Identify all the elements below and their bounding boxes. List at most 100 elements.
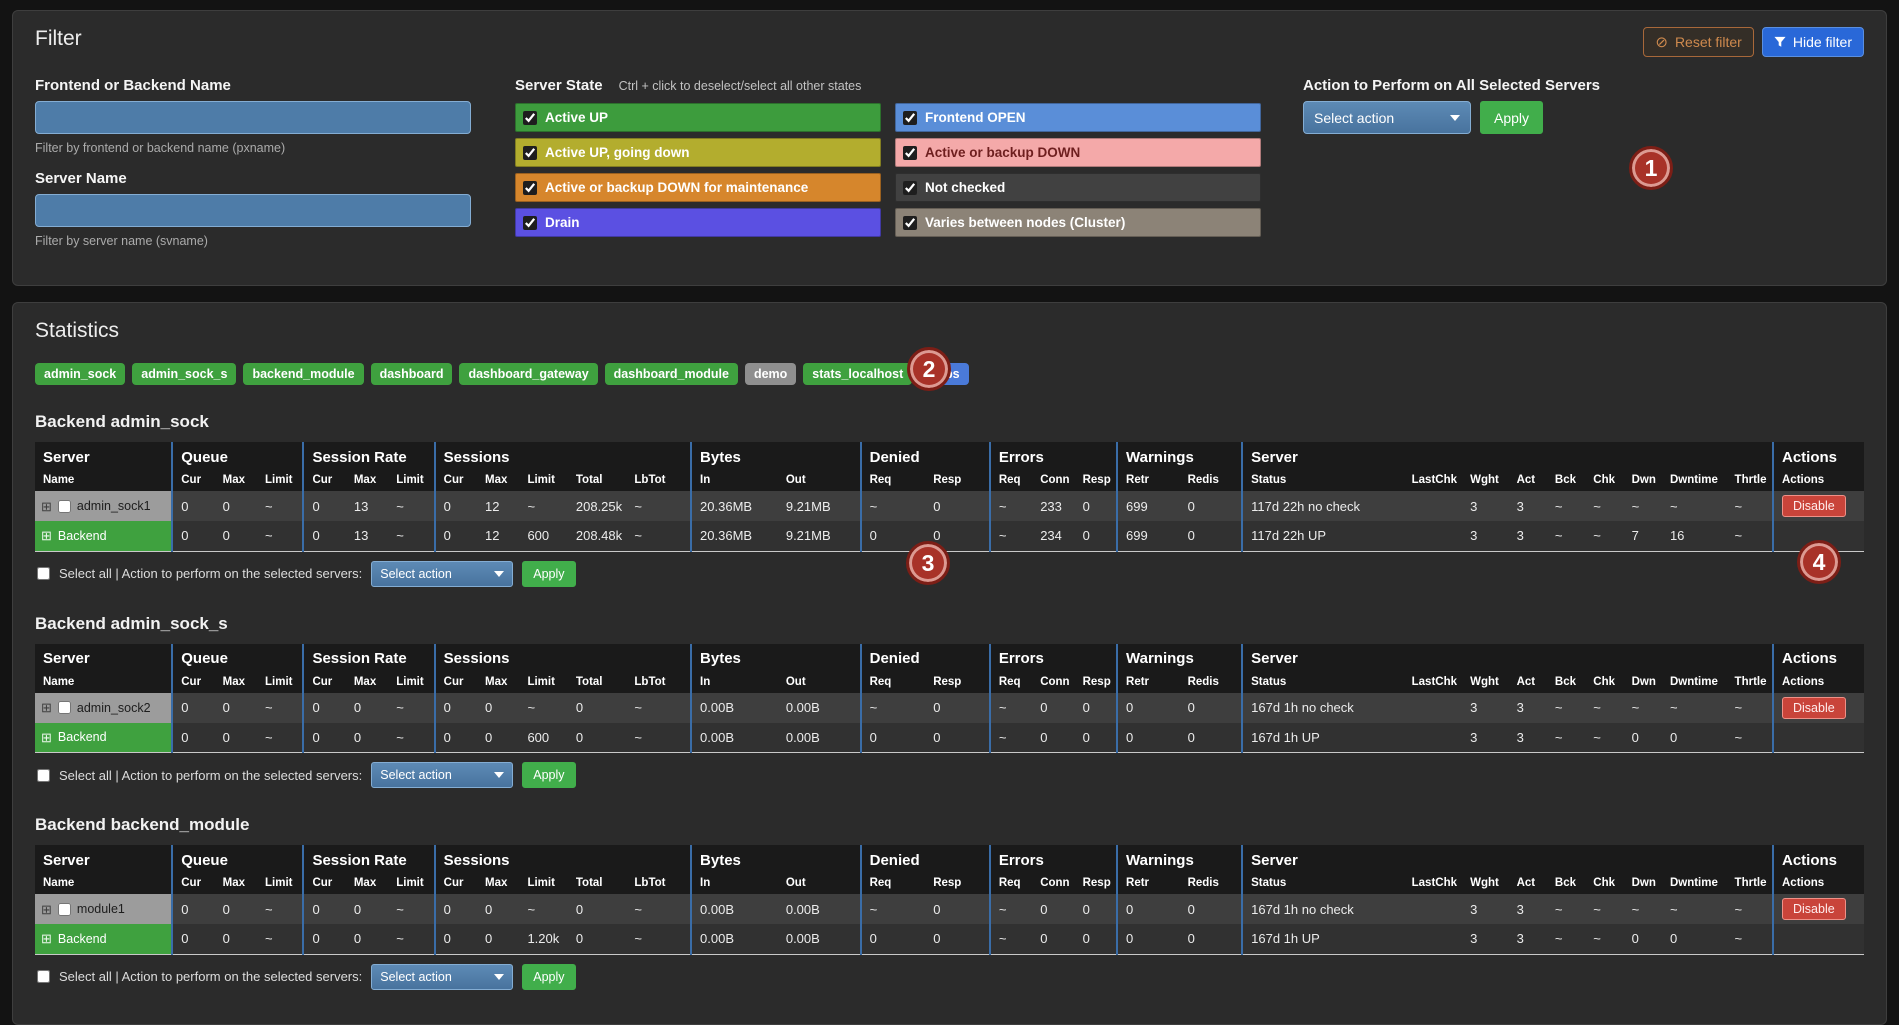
apply-button[interactable]: Apply (522, 561, 575, 587)
select-all-bar: Select all | Action to perform on the se… (37, 762, 1862, 788)
column-header: Resp (1075, 674, 1117, 693)
column-group-header: Session Rate (303, 644, 434, 674)
column-group-header: Denied (861, 644, 990, 674)
stat-cell: 0 (1117, 894, 1180, 924)
column-header: Limit (257, 875, 303, 894)
stat-cell: 0 (1032, 693, 1074, 723)
column-header: Retr (1117, 674, 1180, 693)
apply-button[interactable]: Apply (522, 762, 575, 788)
disable-button[interactable]: Disable (1782, 898, 1846, 920)
backend-tag[interactable]: demo (745, 363, 796, 385)
stat-cell: ~ (1727, 924, 1773, 954)
stat-cell: 12 (477, 491, 519, 521)
expand-icon[interactable]: ⊞ (41, 701, 52, 714)
column-header: Bck (1547, 674, 1585, 693)
frontend-name-label: Frontend or Backend Name (35, 77, 475, 94)
column-header: Dwntime (1662, 472, 1727, 491)
backend-tag[interactable]: admin_sock (35, 363, 125, 385)
backend-section: Backend admin_sock_sServerQueueSession R… (35, 614, 1864, 789)
state-option[interactable]: Not checked (895, 173, 1261, 202)
backend-tag[interactable]: dashboard (371, 363, 453, 385)
select-all-checkbox[interactable] (37, 970, 50, 983)
backend-tag[interactable]: stats_localhost (803, 363, 912, 385)
column-header: Max (215, 472, 257, 491)
column-header: Bck (1547, 875, 1585, 894)
stat-cell: ~ (388, 693, 434, 723)
state-checkbox[interactable] (903, 181, 917, 195)
disable-button[interactable]: Disable (1782, 495, 1846, 517)
stat-cell: 0 (1075, 521, 1117, 551)
state-option[interactable]: Active UP, going down (515, 138, 881, 167)
select-all-checkbox[interactable] (37, 567, 50, 580)
stat-cell: 0 (568, 723, 627, 753)
state-checkbox[interactable] (523, 216, 537, 230)
row-action-select[interactable]: Select action (371, 762, 513, 788)
column-header: Cur (303, 674, 345, 693)
expand-icon[interactable]: ⊞ (41, 529, 52, 542)
stat-cell: 0 (435, 924, 477, 954)
backend-tag[interactable]: dashboard_gateway (459, 363, 597, 385)
server-row-checkbox[interactable] (58, 701, 71, 714)
reset-filter-button[interactable]: ⊘ Reset filter (1643, 27, 1754, 57)
state-checkbox[interactable] (523, 146, 537, 160)
stat-cell: ~ (1727, 491, 1773, 521)
state-option[interactable]: Active or backup DOWN for maintenance (515, 173, 881, 202)
backend-tag[interactable]: dashboard_module (605, 363, 738, 385)
state-checkbox[interactable] (903, 146, 917, 160)
state-option[interactable]: Varies between nodes (Cluster) (895, 208, 1261, 237)
apply-all-button[interactable]: Apply (1480, 101, 1543, 134)
state-checkbox[interactable] (523, 181, 537, 195)
expand-icon[interactable]: ⊞ (41, 731, 52, 744)
column-group-header: Bytes (691, 644, 861, 674)
stat-cell: 0 (1662, 723, 1727, 753)
state-checkbox[interactable] (523, 111, 537, 125)
disable-button[interactable]: Disable (1782, 697, 1846, 719)
action-select[interactable]: Select action (1303, 101, 1471, 134)
state-option[interactable]: Active UP (515, 103, 881, 132)
apply-button[interactable]: Apply (522, 964, 575, 990)
backend-tag[interactable]: admin_sock_s (132, 363, 236, 385)
state-checkbox[interactable] (903, 111, 917, 125)
state-checkbox[interactable] (903, 216, 917, 230)
state-option[interactable]: Drain (515, 208, 881, 237)
backend-tag[interactable]: backend_module (243, 363, 363, 385)
stat-cell: 0 (477, 894, 519, 924)
state-option[interactable]: Active or backup DOWN (895, 138, 1261, 167)
stats-row: ⊞Backend00~00~001.20k0~0.00B0.00B00~0000… (35, 924, 1864, 954)
column-header: Dwn (1624, 875, 1662, 894)
state-option[interactable]: Frontend OPEN (895, 103, 1261, 132)
server-row-checkbox[interactable] (58, 500, 71, 513)
stat-cell: ~ (990, 521, 1032, 551)
hide-filter-button[interactable]: Hide filter (1762, 27, 1864, 57)
row-action-select[interactable]: Select action (371, 561, 513, 587)
stat-cell: 0 (303, 924, 345, 954)
column-header: Req (861, 875, 926, 894)
column-header: Resp (1075, 472, 1117, 491)
stat-cell: 7 (1624, 521, 1662, 551)
column-header: Req (861, 674, 926, 693)
frontend-name-input[interactable] (35, 101, 471, 134)
column-group-header: Server (1242, 845, 1773, 875)
stat-cell (1404, 521, 1463, 551)
server-name: Backend (58, 529, 107, 543)
server-name-input[interactable] (35, 194, 471, 227)
stat-cell: ~ (1585, 894, 1623, 924)
expand-icon[interactable]: ⊞ (41, 500, 52, 513)
stat-cell: ~ (1585, 491, 1623, 521)
server-name-cell: ⊞admin_sock2 (35, 693, 172, 723)
server-row-checkbox[interactable] (58, 903, 71, 916)
select-all-checkbox[interactable] (37, 769, 50, 782)
state-option-label: Active or backup DOWN for maintenance (545, 180, 808, 195)
column-header: Cur (172, 472, 214, 491)
stat-cell (1404, 491, 1463, 521)
expand-icon[interactable]: ⊞ (41, 903, 52, 916)
row-action-select[interactable]: Select action (371, 964, 513, 990)
column-header: Resp (925, 472, 990, 491)
stats-row: ⊞Backend00~013~012600208.48k~20.36MB9.21… (35, 521, 1864, 551)
stat-cell: 0 (1117, 924, 1180, 954)
stat-cell: ~ (1547, 521, 1585, 551)
stat-cell: 0.00B (778, 894, 861, 924)
stat-cell: ~ (1727, 693, 1773, 723)
column-header: Req (990, 472, 1032, 491)
column-header: Max (477, 875, 519, 894)
